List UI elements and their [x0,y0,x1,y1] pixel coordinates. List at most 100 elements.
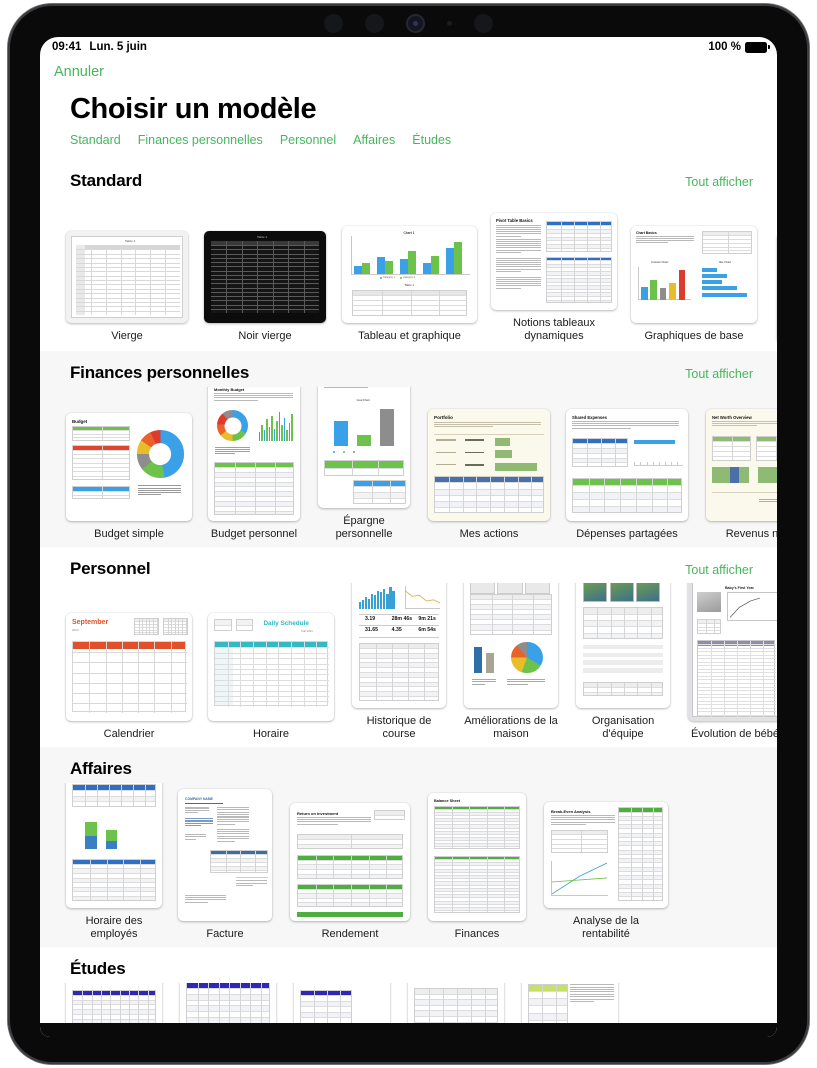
template-label: Graphiques de base [644,330,744,342]
section-header-3: Affaires [40,747,777,779]
see-all-button-1[interactable]: Tout afficher [685,367,753,381]
category-tab-1[interactable]: Finances personnelles [138,133,263,147]
template-thumbnail[interactable]: Employee Schedule [66,783,162,908]
template-cell[interactable]: Balance Sheet Finances [428,793,526,941]
template-thumbnail[interactable]: WILDCATS SOCCER TEAMRoster [576,583,670,708]
template-label: Historique de course [366,715,432,740]
template-label: Tableau et graphique [358,330,461,342]
device-sensor-array [8,10,809,36]
template-thumbnail[interactable]: Daily Schedule Fall 2024 [208,613,334,721]
template-cell[interactable]: Break-Even Analysis Analyse de la rentabi… [544,802,668,941]
template-thumbnail[interactable]: Return on Investment [290,803,410,921]
template-thumbnail[interactable]: MY RUNNING LOG3.1928m 46s9m 21s31.654.35… [352,583,446,708]
template-cell[interactable]: Monthly GoalGoal Chart············ Épargn… [318,387,410,541]
template-thumbnail[interactable]: Chart Basics Column Chart Bar Chart [631,226,757,323]
template-section-2: Personnel Tout afficher September 2024 Calen… [40,547,777,747]
section-title: Personnel [70,559,151,578]
template-cell[interactable]: Chart Basics Column Chart Bar Chart Graphiq… [631,226,757,343]
template-thumbnail[interactable]: REMODEL - PROJECT BUDGET [464,583,558,708]
section-title: Affaires [70,759,132,778]
template-row-0[interactable]: Table 1 Vierge Table 1 Noir vierge Chart 1 Ca… [50,195,777,349]
template-row-1[interactable]: Budget Budget simple Monthly Budget Budget … [50,387,777,547]
template-section-0: Standard Tout afficher Table 1 Vierge Table … [40,159,777,349]
template-cell[interactable]: Portfolio Mes actions [428,409,550,541]
template-cell[interactable]: Table 1 Vierge [66,231,188,343]
template-label: Améliorations de la maison [464,715,558,740]
navigation-bar: Annuler [40,59,777,83]
section-title: Études [70,959,126,978]
front-camera-icon [406,13,425,33]
template-label: Revenus n [725,528,777,540]
template-row-3[interactable]: Employee Schedule Horaire des employés COM… [50,783,777,947]
template-cell[interactable]: REMODEL - PROJECT BUDGET Améliorations de… [464,583,558,741]
template-label: Épargne personnelle [335,515,393,540]
template-thumbnail[interactable]: Chart 1 Category 1 Category 2 Table 1 [342,226,477,323]
ambient-light-sensor-icon [447,20,452,26]
status-bar: 09:41 Lun. 5 juin 100 % [40,37,777,59]
template-thumbnail[interactable]: Budget [66,413,192,521]
status-bar-right: 100 % [708,41,770,53]
template-cell[interactable]: COMPANY NAME Facture [178,789,272,941]
template-thumbnail[interactable]: COMPANY NAME [178,789,272,921]
ipad-screen: 09:41 Lun. 5 juin 100 % Annuler Choisir … [40,37,777,1037]
template-cell[interactable]: Budget Budget simple [66,413,192,541]
template-cell[interactable]: Baby's First Year Évolution de bébé [688,583,777,741]
see-all-button-0[interactable]: Tout afficher [685,175,753,189]
template-cell[interactable]: Employee Schedule Horaire des employés [66,783,162,941]
template-label: Organisation d'équipe [591,715,655,740]
category-tab-4[interactable]: Études [412,133,451,147]
section-header-2: Personnel Tout afficher [40,547,777,579]
template-row-2[interactable]: September 2024 Calendrier Daily Schedule Fal… [50,583,777,747]
template-cell[interactable]: WILDCATS SOCCER TEAMRoster Organisation d… [576,583,670,741]
section-header-0: Standard Tout afficher [40,159,777,191]
template-label: Notions tableaux dynamiques [513,317,595,342]
template-thumbnail[interactable]: Monthly Budget [208,387,300,521]
template-thumbnail[interactable]: Net Worth Overview [706,409,777,521]
status-date: Lun. 5 juin [89,41,147,53]
template-label: Facture [206,928,244,940]
template-cell[interactable]: MY RUNNING LOG3.1928m 46s9m 21s31.654.35… [352,583,446,741]
template-thumbnail[interactable]: Balance Sheet [428,793,526,921]
see-all-button-2[interactable]: Tout afficher [685,563,753,577]
category-tab-0[interactable]: Standard [70,133,121,147]
template-cell[interactable]: Chart 1 Category 1 Category 2 Table 1 Tablea… [342,226,477,343]
template-label: Rendement [321,928,379,940]
template-thumbnail[interactable]: Pivot Table Basics [491,213,617,310]
section-header-4: Études [40,947,777,979]
sensor-dot [474,13,493,33]
template-label: Analyse de la rentabilité [572,915,640,940]
template-cell[interactable]: September 2024 Calendrier [66,613,192,741]
template-section-3: Affaires Employee Schedule Horaire des emp… [40,747,777,947]
section-header-1: Finances personnelles Tout afficher [40,351,777,383]
template-label: Dépenses partagées [576,528,678,540]
template-label: Horaire des employés [85,915,143,940]
template-cell[interactable]: Return on Investment Rendement [290,803,410,941]
template-thumbnail[interactable]: Monthly GoalGoal Chart············ [318,387,410,508]
battery-percent-label: 100 % [708,41,741,53]
page-title: Choisir un modèle [70,93,317,125]
template-cell[interactable]: Table 1 Noir vierge [204,231,326,343]
template-scroll-area[interactable]: Standard Tout afficher Table 1 Vierge Table … [40,159,777,1037]
template-cell[interactable]: Net Worth Overview Revenus n [706,409,777,541]
cancel-button[interactable]: Annuler [54,64,104,80]
template-cell[interactable]: Shared Expenses Dépenses partagées [566,409,688,541]
template-thumbnail[interactable]: Shared Expenses [566,409,688,521]
template-thumbnail[interactable]: Break-Even Analysis [544,802,668,908]
screen-bottom-mask [40,1023,777,1037]
template-thumbnail[interactable]: Table 1 [66,231,188,323]
template-thumbnail[interactable]: Portfolio [428,409,550,521]
status-bar-left: 09:41 Lun. 5 juin [52,41,147,53]
template-thumbnail[interactable]: Table 1 [204,231,326,323]
battery-icon [745,41,770,53]
template-cell[interactable]: Pivot Table Basics Notions tableaux dynam… [491,213,617,343]
section-title: Standard [70,171,143,190]
section-title: Finances personnelles [70,363,250,382]
template-thumbnail[interactable]: September 2024 [66,613,192,721]
category-tab-3[interactable]: Affaires [353,133,395,147]
template-cell[interactable]: Monthly Budget Budget personnel [208,387,300,541]
template-label: Horaire [252,728,290,740]
category-tab-2[interactable]: Personnel [280,133,336,147]
template-cell[interactable]: Daily Schedule Fall 2024 Horaire [208,613,334,741]
template-label: Évolution de bébé [690,728,777,740]
template-thumbnail[interactable]: Baby's First Year [688,583,777,721]
